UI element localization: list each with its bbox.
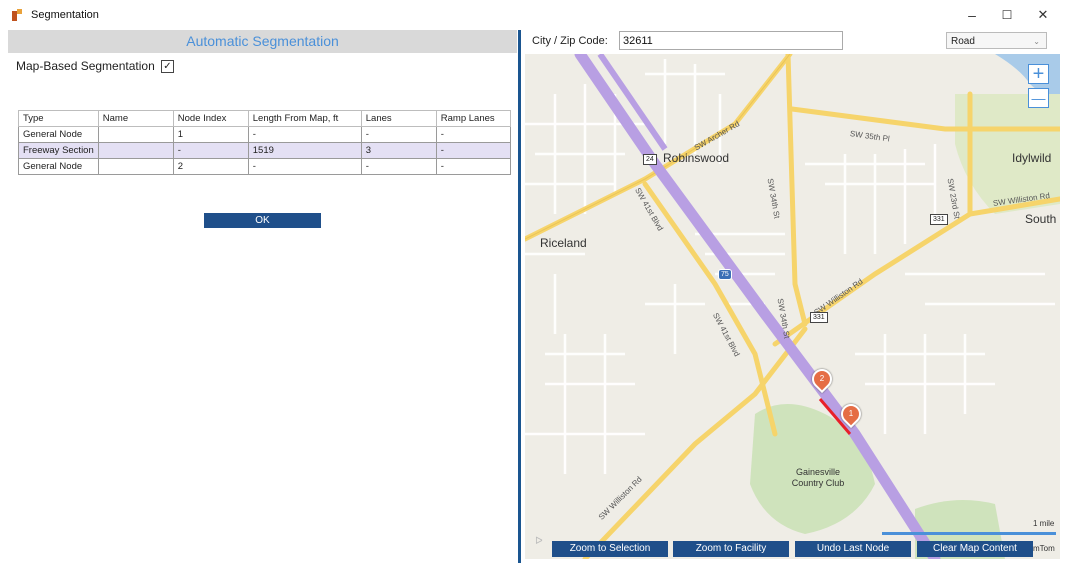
cell-type[interactable]: General Node — [18, 158, 99, 175]
zoom-to-selection-button[interactable]: Zoom to Selection — [552, 541, 668, 557]
scale-label: 1 mile — [1033, 519, 1055, 528]
ok-button[interactable]: OK — [204, 213, 321, 228]
column-header-length[interactable]: Length From Map, ft — [247, 110, 362, 127]
cell-name[interactable] — [97, 158, 174, 175]
cell-length[interactable]: - — [247, 126, 362, 143]
city-zip-input[interactable] — [619, 31, 843, 50]
cell-length[interactable]: 1519 — [247, 142, 362, 159]
cell-node-index[interactable]: - — [172, 142, 249, 159]
map-attribution: mTom — [1033, 544, 1055, 553]
column-header-node-index[interactable]: Node Index — [172, 110, 249, 127]
close-button[interactable]: ✕ — [1028, 4, 1058, 26]
route-24-shield-icon: 24 — [643, 154, 657, 165]
cell-lanes[interactable]: - — [360, 126, 437, 143]
cell-lanes[interactable]: 3 — [360, 142, 437, 159]
bing-logo-icon: ᐅ — [535, 536, 543, 547]
column-header-type[interactable]: Type — [18, 110, 99, 127]
route-331-shield-icon: 331 — [810, 312, 828, 323]
cell-type[interactable]: General Node — [18, 126, 99, 143]
zoom-out-button[interactable]: — — [1028, 88, 1049, 108]
zoom-to-facility-button[interactable]: Zoom to Facility — [673, 541, 789, 557]
table-row[interactable]: General Node 1 - - - — [18, 126, 512, 143]
cell-name[interactable] — [97, 142, 174, 159]
table-header-row: Type Name Node Index Length From Map, ft… — [18, 110, 512, 127]
interstate-75-shield-icon: 75 — [718, 269, 732, 280]
cell-node-index[interactable]: 2 — [172, 158, 249, 175]
cell-ramp-lanes[interactable]: - — [435, 158, 512, 175]
place-label-south: South — [1025, 212, 1057, 226]
minimize-button[interactable]: – — [957, 4, 987, 26]
route-331-shield-icon: 331 — [930, 214, 948, 225]
segments-table: Type Name Node Index Length From Map, ft… — [18, 110, 512, 175]
segmentation-panel: Automatic Segmentation Map-Based Segment… — [8, 30, 517, 563]
cell-lanes[interactable]: - — [360, 158, 437, 175]
app-logo-icon — [12, 9, 22, 21]
scale-bar — [882, 532, 1056, 535]
pane-divider[interactable] — [518, 30, 521, 563]
clear-map-content-button[interactable]: Clear Map Content — [917, 541, 1033, 557]
place-label-gainesville-country-club: Gainesville Country Club — [791, 467, 845, 488]
map-based-checkbox[interactable]: ✓ — [161, 60, 174, 73]
table-row-selected[interactable]: Freeway Section - 1519 3 - — [18, 142, 512, 159]
chevron-down-icon: ⌄ — [1033, 37, 1040, 46]
title-bar: Segmentation – ☐ ✕ — [0, 0, 1065, 30]
column-header-ramp-lanes[interactable]: Ramp Lanes — [435, 110, 512, 127]
column-header-name[interactable]: Name — [97, 110, 174, 127]
cell-ramp-lanes[interactable]: - — [435, 142, 512, 159]
map-type-value: Road — [951, 36, 975, 47]
cell-length[interactable]: - — [247, 158, 362, 175]
place-label-riceland: Riceland — [540, 236, 587, 250]
map-based-label: Map-Based Segmentation — [16, 59, 155, 73]
city-zip-label: City / Zip Code: — [532, 35, 608, 47]
undo-last-node-button[interactable]: Undo Last Node — [795, 541, 911, 557]
zoom-in-button[interactable]: + — [1028, 64, 1049, 84]
map-view[interactable]: + — Robinswood Idylwild Riceland South G… — [525, 54, 1060, 559]
place-label-robinswood: Robinswood — [663, 151, 730, 165]
table-row[interactable]: General Node 2 - - - — [18, 158, 512, 175]
window-title: Segmentation — [31, 9, 99, 21]
maximize-button[interactable]: ☐ — [992, 4, 1022, 26]
panel-header: Automatic Segmentation — [8, 30, 517, 53]
column-header-lanes[interactable]: Lanes — [360, 110, 437, 127]
cell-ramp-lanes[interactable]: - — [435, 126, 512, 143]
cell-type[interactable]: Freeway Section — [18, 142, 99, 159]
cell-node-index[interactable]: 1 — [172, 126, 249, 143]
cell-name[interactable] — [97, 126, 174, 143]
map-toolbar: City / Zip Code: Road ⌄ — [521, 30, 1065, 54]
map-type-select[interactable]: Road ⌄ — [946, 32, 1047, 49]
place-label-idylwild: Idylwild — [1012, 151, 1052, 165]
